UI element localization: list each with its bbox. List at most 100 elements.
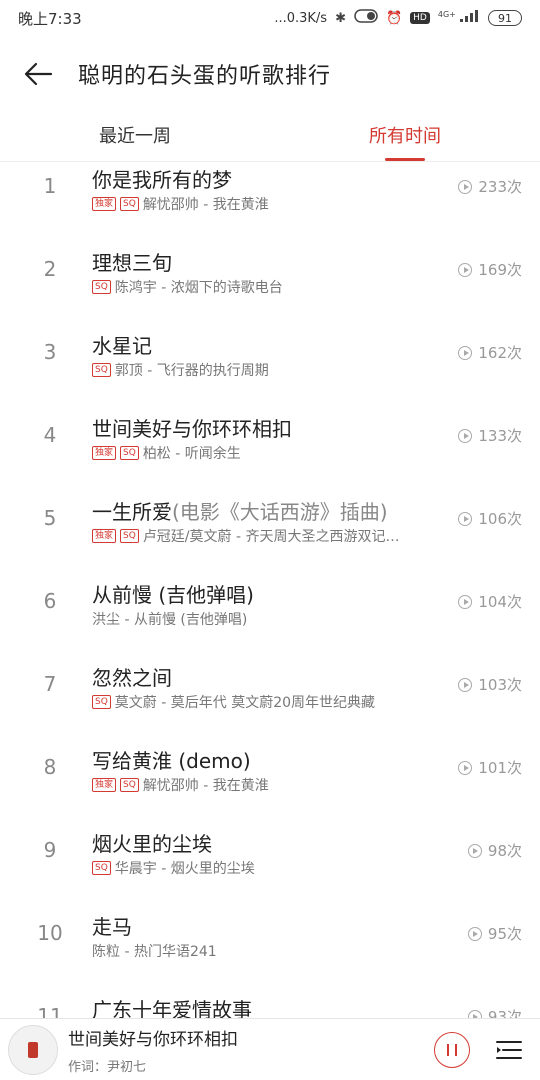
arrow-left-icon [24, 62, 53, 86]
mini-player[interactable]: 世间美好与你环环相扣 作词：尹初七 [0, 1018, 540, 1080]
play-count: 98次 [467, 840, 522, 861]
artist-album: 郭顶 - 飞行器的执行周期 [114, 363, 269, 379]
song-title-line: 广东十年爱情故事 [92, 994, 252, 1018]
artist-album: 解忧邵帅 - 我在黄淮 [142, 197, 269, 213]
play-count-text: 93次 [487, 1008, 522, 1018]
song-ranking-list: 1 你是我所有的梦 独家 SQ 解忧邵帅 - 我在黄淮 233次 2 理想三旬 SQ 陈鸿宇 - … [0, 162, 540, 1018]
artist-album: 陈粒 - 热门华语241 [92, 944, 217, 960]
song-meta: SQ 郭顶 - 飞行器的执行周期 [92, 360, 269, 380]
song-title: 水星记 [92, 334, 152, 358]
play-circle-icon [467, 1009, 482, 1018]
play-count: 162次 [458, 342, 522, 363]
play-count-text: 104次 [478, 593, 522, 611]
song-meta: SQ 陈鸿宇 - 浓烟下的诗歌电台 [92, 277, 283, 297]
play-count: 101次 [458, 757, 522, 778]
battery-level: 91 [498, 11, 512, 25]
song-meta: 独家 SQ 柏松 - 听闻余生 [92, 443, 241, 463]
song-rank: 6 [43, 589, 57, 613]
play-count-text: 169次 [478, 261, 522, 279]
signal-icon: 4G+ [438, 10, 480, 26]
song-row[interactable]: 2 理想三旬 SQ 陈鸿宇 - 浓烟下的诗歌电台 169次 [0, 245, 540, 327]
song-meta: 独家 SQ 卢冠廷/莫文蔚 - 齐天周大圣之西游双记… [92, 526, 399, 546]
exclusive-badge: 独家 [92, 446, 117, 460]
play-circle-icon [458, 677, 473, 692]
status-bar: 晚上7:33 ...0.3K/s ✱ ⏰ HD 4G+ 91 [0, 0, 540, 36]
play-count: 133次 [458, 425, 522, 446]
song-title-line: 一生所爱(电影《大话西游》插曲) [92, 496, 388, 525]
tab-all-time[interactable]: 所有时间 [270, 108, 540, 161]
song-title-line: 烟火里的尘埃 [92, 828, 212, 857]
song-title-line: 忽然之间 [92, 662, 172, 691]
sq-badge: SQ [92, 695, 111, 709]
play-circle-icon [458, 511, 473, 526]
song-meta: 洪尘 - 从前慢 (吉他弹唱) [92, 609, 247, 629]
alarm-icon: ⏰ [385, 10, 403, 26]
sq-badge: SQ [120, 529, 139, 543]
song-row[interactable]: 10 走马陈粒 - 热门华语241 95次 [0, 909, 540, 991]
song-title: 从前慢 (吉他弹唱) [92, 583, 254, 607]
play-circle-icon [467, 843, 482, 858]
song-row[interactable]: 11 广东十年爱情故事 93次 [0, 992, 540, 1018]
song-row[interactable]: 9 烟火里的尘埃 SQ 华晨宇 - 烟火里的尘埃 98次 [0, 826, 540, 908]
song-meta: 陈粒 - 热门华语241 [92, 941, 217, 961]
song-row[interactable]: 3 水星记 SQ 郭顶 - 飞行器的执行周期 162次 [0, 328, 540, 410]
player-song-title: 世间美好与你环环相扣 [68, 1029, 238, 1050]
play-circle-icon [458, 760, 473, 775]
play-circle-icon [458, 428, 473, 443]
play-count-text: 233次 [478, 178, 522, 196]
song-rank: 10 [37, 921, 63, 945]
play-count: 104次 [458, 591, 522, 612]
exclusive-badge: 独家 [92, 529, 117, 543]
play-count-text: 95次 [487, 925, 522, 943]
song-meta: SQ 莫文蔚 - 莫后年代 莫文蔚20周年世纪典藏 [92, 692, 375, 712]
network-speed: ...0.3K/s [274, 10, 328, 26]
song-rank: 9 [43, 838, 57, 862]
play-circle-icon [467, 926, 482, 941]
song-title: 走马 [92, 915, 132, 939]
song-title-line: 走马 [92, 911, 132, 940]
bluetooth-icon: ✱ [335, 10, 346, 26]
sq-badge: SQ [120, 197, 139, 211]
song-title-line: 写给黄淮 (demo) [92, 745, 251, 774]
song-meta: SQ 华晨宇 - 烟火里的尘埃 [92, 858, 255, 878]
play-circle-icon [458, 345, 473, 360]
song-row[interactable]: 6 从前慢 (吉他弹唱) 洪尘 - 从前慢 (吉他弹唱) 104次 [0, 577, 540, 659]
song-title: 写给黄淮 (demo) [92, 749, 251, 773]
song-row[interactable]: 8 写给黄淮 (demo) 独家 SQ 解忧邵帅 - 我在黄淮 101次 [0, 743, 540, 825]
artist-album: 柏松 - 听闻余生 [142, 446, 241, 462]
play-count-text: 103次 [478, 676, 522, 694]
play-count: 95次 [467, 923, 522, 944]
play-count-text: 98次 [487, 842, 522, 860]
song-rank: 8 [43, 755, 57, 779]
song-row[interactable]: 1 你是我所有的梦 独家 SQ 解忧邵帅 - 我在黄淮 233次 [0, 162, 540, 244]
sq-badge: SQ [92, 861, 111, 875]
song-rank: 5 [43, 506, 57, 530]
album-cover[interactable] [8, 1024, 58, 1075]
song-title: 世间美好与你环环相扣 [92, 417, 292, 441]
player-info[interactable]: 世间美好与你环环相扣 作词：尹初七 [68, 1025, 434, 1075]
back-button[interactable] [8, 46, 68, 102]
playlist-button[interactable] [492, 1033, 526, 1067]
song-title-line: 理想三旬 [92, 247, 172, 276]
battery-icon: 91 [488, 10, 522, 26]
song-title-line: 你是我所有的梦 [92, 164, 232, 193]
playlist-icon [496, 1040, 522, 1059]
song-rank: 7 [43, 672, 57, 696]
song-rank: 1 [43, 174, 57, 198]
pause-button[interactable] [434, 1031, 470, 1068]
song-title: 烟火里的尘埃 [92, 832, 212, 856]
song-row[interactable]: 7 忽然之间 SQ 莫文蔚 - 莫后年代 莫文蔚20周年世纪典藏 103次 [0, 660, 540, 742]
sq-badge: SQ [120, 446, 139, 460]
play-count: 233次 [458, 176, 522, 197]
song-row[interactable]: 4 世间美好与你环环相扣 独家 SQ 柏松 - 听闻余生 133次 [0, 411, 540, 493]
play-count: 103次 [458, 674, 522, 695]
artist-album: 莫文蔚 - 莫后年代 莫文蔚20周年世纪典藏 [114, 695, 376, 711]
tab-recent-week[interactable]: 最近一周 [0, 108, 270, 161]
song-row[interactable]: 5 一生所爱(电影《大话西游》插曲) 独家 SQ 卢冠廷/莫文蔚 - 齐天周大圣之西游双… [0, 494, 540, 576]
song-meta: 独家 SQ 解忧邵帅 - 我在黄淮 [92, 194, 269, 214]
sq-badge: SQ [92, 363, 111, 377]
app-header: 聪明的石头蛋的听歌排行 [0, 46, 540, 102]
tab-bar: 最近一周 所有时间 [0, 108, 540, 162]
pause-icon [447, 1043, 457, 1056]
signal-label: 4G+ [437, 10, 456, 19]
